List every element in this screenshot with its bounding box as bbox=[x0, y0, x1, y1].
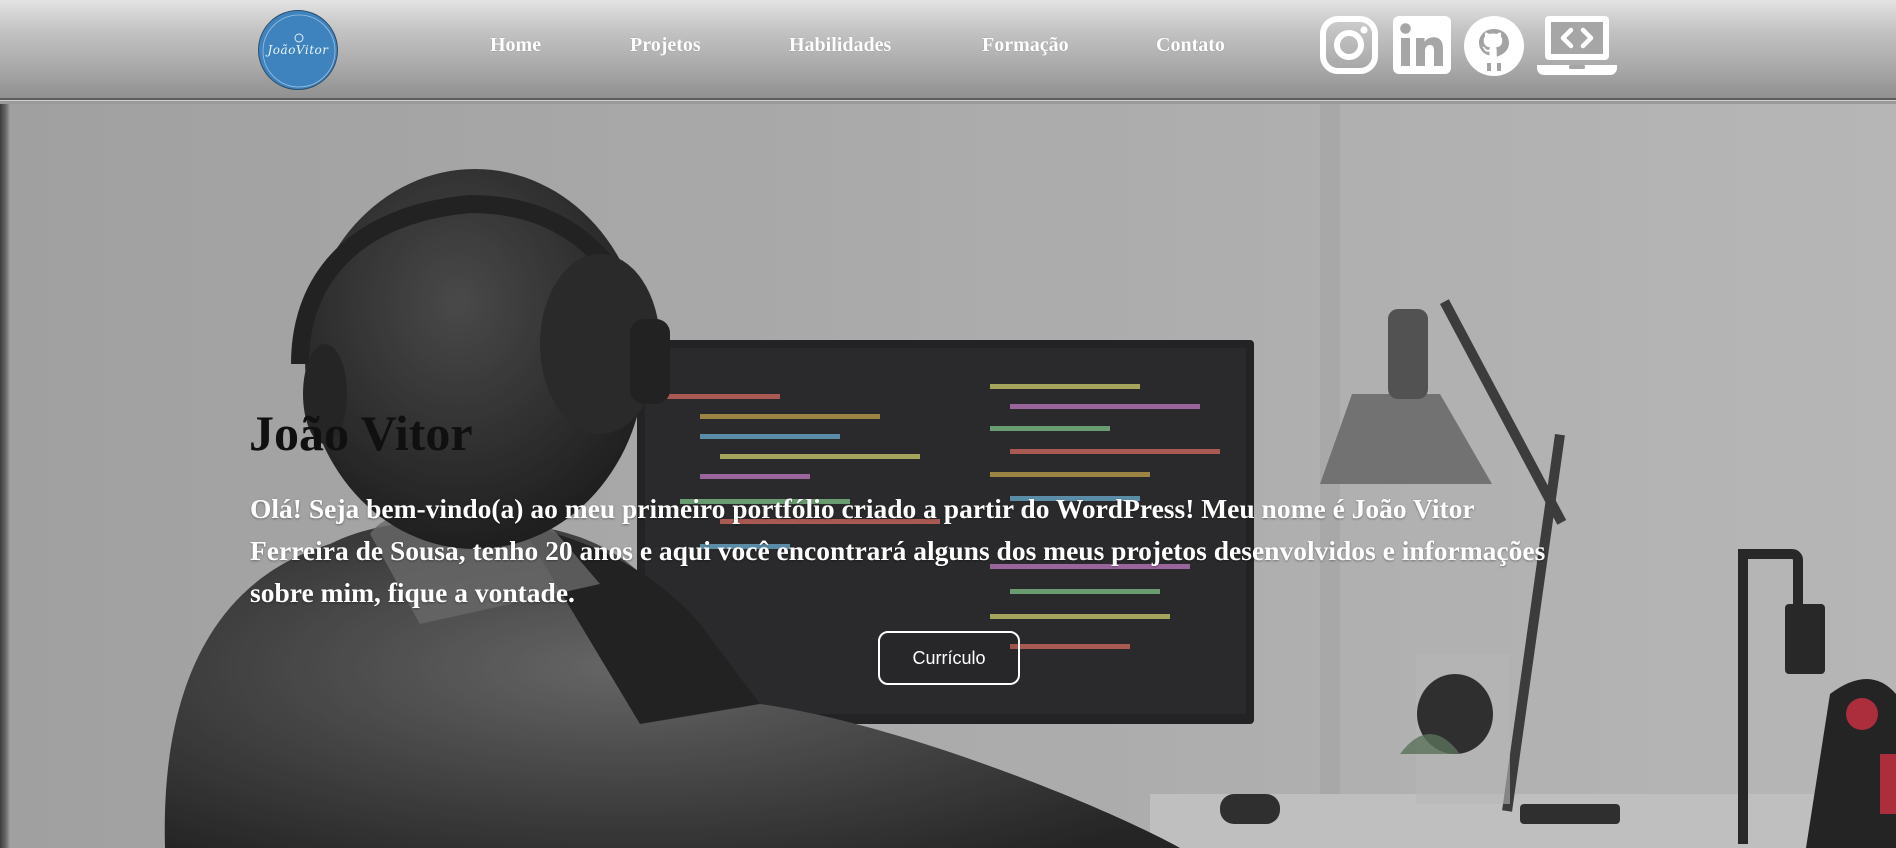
nav-home[interactable]: Home bbox=[490, 34, 541, 57]
github-icon[interactable] bbox=[1463, 15, 1525, 77]
hero-overlay bbox=[0, 104, 1896, 848]
hero-intro-text: Olá! Seja bem-vindo(a) ao meu primeiro p… bbox=[250, 493, 1546, 608]
curriculo-button[interactable]: Currículo bbox=[878, 631, 1020, 685]
nav-formacao[interactable]: Formação bbox=[982, 34, 1069, 57]
nav-habilidades[interactable]: Habilidades bbox=[789, 34, 891, 57]
hero-section: João Vitor Olá! Seja bem-vindo(a) ao meu… bbox=[0, 104, 1896, 848]
left-edge-shadow bbox=[0, 104, 10, 848]
nav-projetos[interactable]: Projetos bbox=[630, 34, 701, 57]
site-header: JoãoVitor Home Projetos Habilidades Form… bbox=[0, 0, 1896, 100]
nav-contato[interactable]: Contato bbox=[1156, 34, 1225, 57]
instagram-icon[interactable] bbox=[1320, 16, 1378, 74]
monogram-logo-icon bbox=[262, 14, 336, 88]
hero-title: João Vitor bbox=[249, 405, 473, 461]
linkedin-icon[interactable] bbox=[1393, 16, 1451, 74]
laptop-code-icon[interactable] bbox=[1536, 14, 1618, 80]
site-logo[interactable]: JoãoVitor bbox=[258, 10, 338, 90]
